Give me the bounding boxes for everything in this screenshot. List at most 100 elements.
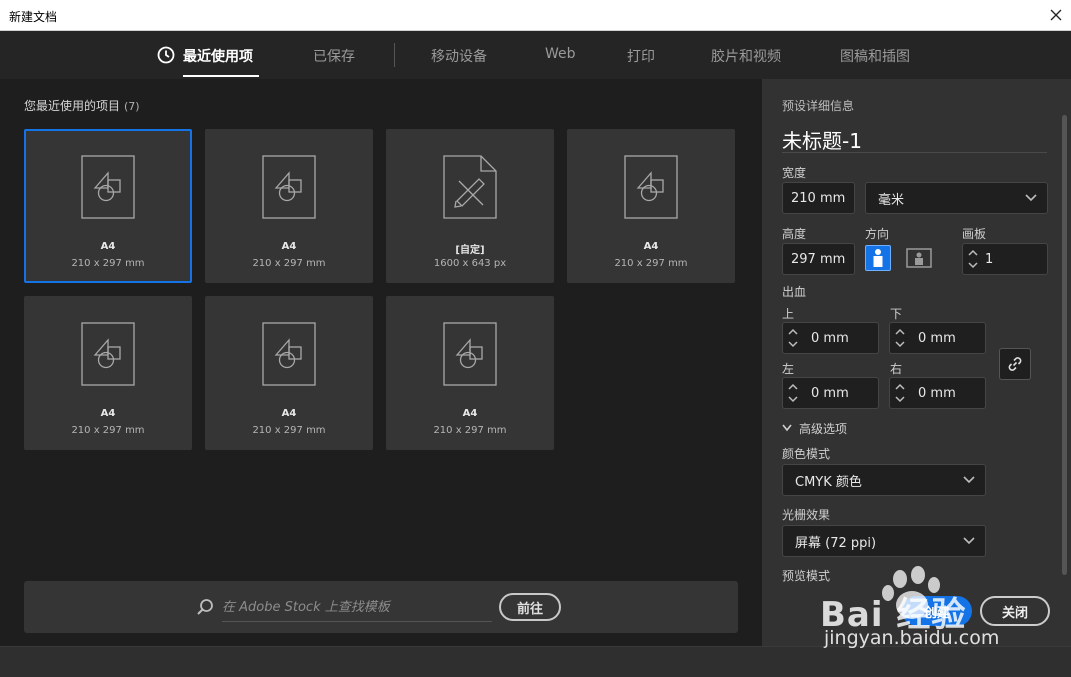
artboards-stepper[interactable]: 1	[962, 243, 1048, 275]
chevron-down-icon	[1025, 194, 1037, 202]
bleed-bottom-label: 下	[890, 307, 903, 321]
recent-item-size: 1600 x 643 px	[433, 258, 507, 269]
recent-item-size: 210 x 297 mm	[433, 425, 507, 436]
recent-header: 您最近使用的项目 (7)	[24, 97, 140, 114]
document-shapes-icon	[262, 322, 316, 390]
recent-item-size: 210 x 297 mm	[252, 258, 326, 269]
height-field[interactable]: 297 mm	[782, 243, 855, 275]
raster-effects-label: 光栅效果	[782, 508, 831, 522]
chevron-down-icon	[963, 537, 975, 545]
stock-search-bar: 前往	[24, 581, 738, 633]
chevron-down-icon	[782, 424, 792, 432]
recent-item-name: A4	[100, 408, 116, 419]
link-icon	[1008, 357, 1022, 371]
tab-film-video[interactable]: 胶片和视频	[711, 46, 781, 66]
tab-print[interactable]: 打印	[627, 46, 655, 66]
recent-item-name: A4	[462, 408, 478, 419]
recent-item-name: [自定]	[455, 245, 485, 256]
panel-scrollbar[interactable]	[1062, 115, 1067, 575]
bleed-left-label: 左	[782, 362, 795, 376]
document-tools-icon	[443, 155, 497, 223]
color-mode-label: 颜色模式	[782, 447, 831, 461]
bleed-top-label: 上	[782, 307, 795, 321]
stepper-arrows-icon	[968, 249, 978, 269]
stepper-arrows-icon	[895, 383, 905, 403]
document-name-input[interactable]: 未标题-1	[782, 125, 1047, 153]
preview-mode-label: 预览模式	[782, 569, 831, 583]
recent-count: (7)	[124, 100, 140, 113]
recent-item-name: A4	[281, 408, 297, 419]
raster-effects-select[interactable]: 屏幕 (72 ppi)	[782, 525, 986, 557]
tab-saved[interactable]: 已保存	[313, 46, 355, 66]
preset-details-panel: 预设详细信息 未标题-1 宽度 210 mm 毫米 高度 297 mm 方向 画…	[762, 79, 1071, 646]
orientation-label: 方向	[865, 227, 890, 241]
recent-item-size: 210 x 297 mm	[71, 425, 145, 436]
recent-header-label: 您最近使用的项目	[24, 99, 121, 113]
bleed-label: 出血	[782, 285, 807, 299]
unit-value: 毫米	[878, 192, 905, 208]
bleed-top-value: 0 mm	[811, 331, 849, 346]
landscape-person-icon	[906, 248, 932, 268]
bleed-bottom-stepper[interactable]: 0 mm	[889, 322, 986, 354]
category-tabs: 最近使用项 已保存 移动设备 Web 打印 胶片和视频 图稿和插图	[0, 31, 1071, 79]
recent-item-card[interactable]: A4 210 x 297 mm	[24, 296, 192, 450]
tab-mobile[interactable]: 移动设备	[431, 46, 487, 66]
bleed-left-value: 0 mm	[811, 386, 849, 401]
advanced-options-label: 高级选项	[799, 422, 848, 436]
close-button[interactable]: 关闭	[980, 596, 1050, 626]
document-shapes-icon	[81, 322, 135, 390]
height-label: 高度	[782, 227, 807, 241]
bleed-left-stepper[interactable]: 0 mm	[782, 377, 879, 409]
recent-item-card[interactable]: A4 210 x 297 mm	[205, 129, 373, 283]
recent-panel: 您最近使用的项目 (7) A4 210 x 297 mm A4 210 x 297 mm…	[0, 79, 762, 646]
window-title: 新建文档	[9, 10, 58, 24]
recent-item-card[interactable]: A4 210 x 297 mm	[205, 296, 373, 450]
recent-item-size: 210 x 297 mm	[614, 258, 688, 269]
search-icon	[197, 599, 213, 615]
bleed-top-stepper[interactable]: 0 mm	[782, 322, 879, 354]
width-label: 宽度	[782, 166, 807, 180]
unit-select[interactable]: 毫米	[865, 182, 1048, 214]
bleed-right-value: 0 mm	[918, 386, 956, 401]
bleed-bottom-value: 0 mm	[918, 331, 956, 346]
close-icon	[1050, 9, 1062, 21]
artboards-label: 画板	[962, 227, 987, 241]
document-shapes-icon	[262, 155, 316, 223]
color-mode-select[interactable]: CMYK 颜色	[782, 464, 986, 496]
document-shapes-icon	[443, 322, 497, 390]
document-shapes-icon	[81, 155, 135, 223]
width-field[interactable]: 210 mm	[782, 182, 855, 214]
recent-item-name: A4	[643, 241, 659, 252]
color-mode-value: CMYK 颜色	[795, 474, 862, 490]
recent-item-card[interactable]: A4 210 x 297 mm	[24, 129, 192, 283]
portrait-person-icon	[873, 249, 883, 267]
stepper-arrows-icon	[895, 328, 905, 348]
recent-item-size: 210 x 297 mm	[252, 425, 326, 436]
bleed-right-label: 右	[890, 362, 903, 376]
document-shapes-icon	[624, 155, 678, 223]
bleed-right-stepper[interactable]: 0 mm	[889, 377, 986, 409]
recent-item-size: 210 x 297 mm	[71, 258, 145, 269]
stock-search-input[interactable]	[222, 594, 492, 622]
create-button[interactable]: 创建	[902, 596, 972, 626]
portrait-orientation-button[interactable]	[865, 245, 891, 271]
artboards-value: 1	[985, 252, 994, 267]
recent-item-card[interactable]: [自定] 1600 x 643 px	[386, 129, 554, 283]
new-document-dialog: 新建文档 最近使用项 已保存 移动设备 Web 打印 胶片和视频 图稿和插图 您…	[0, 0, 1071, 677]
recent-item-card[interactable]: A4 210 x 297 mm	[386, 296, 554, 450]
landscape-orientation-button[interactable]	[906, 245, 932, 271]
chevron-down-icon	[963, 476, 975, 484]
go-button[interactable]: 前往	[499, 593, 561, 621]
window-close-button[interactable]	[1041, 0, 1071, 30]
clock-icon	[157, 46, 175, 64]
recent-item-name: A4	[100, 241, 116, 252]
tab-art-illustration[interactable]: 图稿和插图	[840, 46, 910, 66]
tab-divider	[394, 43, 395, 67]
link-bleed-button[interactable]	[999, 348, 1031, 380]
stepper-arrows-icon	[788, 383, 798, 403]
tab-recent[interactable]: 最近使用项	[183, 46, 253, 66]
active-tab-indicator	[183, 75, 259, 77]
preset-section-title: 预设详细信息	[782, 99, 855, 113]
tab-web[interactable]: Web	[545, 46, 576, 62]
recent-item-card[interactable]: A4 210 x 297 mm	[567, 129, 735, 283]
